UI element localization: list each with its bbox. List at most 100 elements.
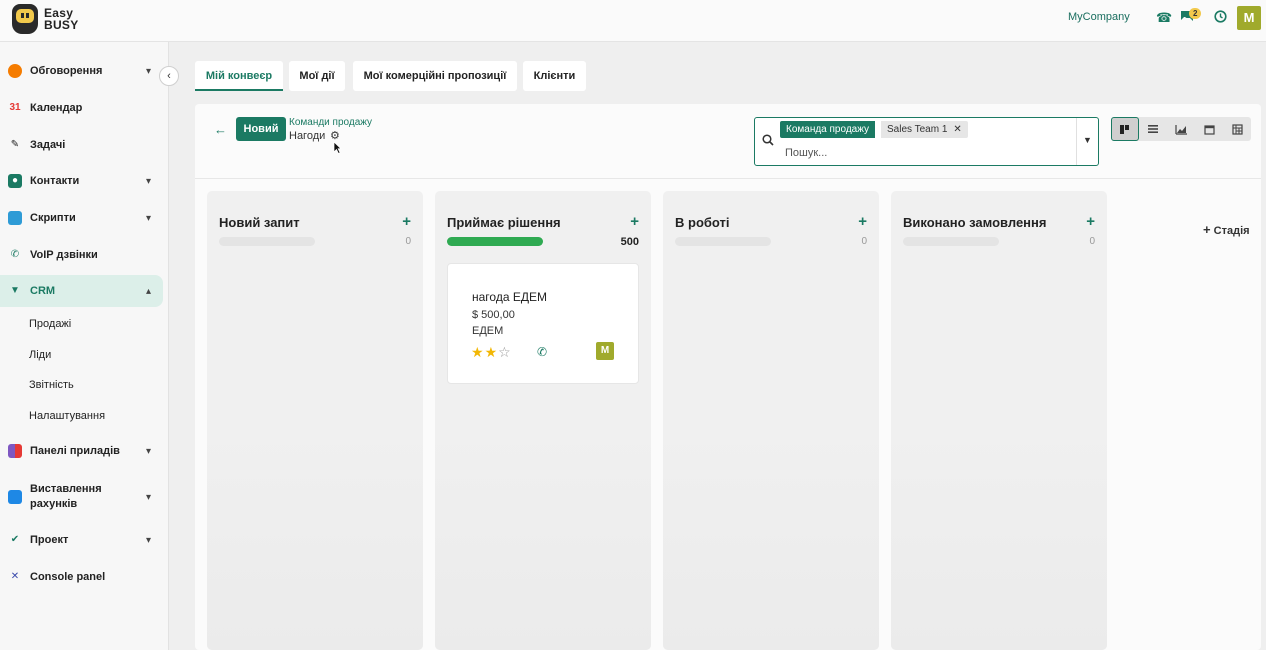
clock-icon[interactable]	[1214, 10, 1227, 26]
breadcrumb-current: Нагоди	[289, 130, 326, 142]
sidebar-item-tasks[interactable]: ✎ Задачі	[0, 129, 163, 161]
dashboard-icon	[8, 444, 22, 458]
view-switcher	[1111, 117, 1251, 141]
search-bar: Команда продажу Sales Team 1✕ ▼	[754, 117, 1099, 166]
kanban-column-order-done: Виконано замовлення + 0	[891, 191, 1107, 650]
sidebar-item-label: CRM	[30, 285, 56, 297]
chevron-down-icon: ▾	[145, 491, 151, 503]
add-card-icon[interactable]: +	[402, 213, 411, 230]
sidebar-item-label: Обговорення	[30, 65, 103, 77]
sidebar-subitem-settings[interactable]: Налаштування	[29, 410, 105, 422]
sidebar-item-label: Скрипти	[30, 212, 76, 224]
sidebar-item-label: Console panel	[30, 571, 106, 583]
column-title: Приймає рішення	[447, 215, 561, 230]
tab-my-activities[interactable]: Мої дії	[289, 61, 345, 91]
add-stage-button[interactable]: + Стадія	[1203, 222, 1250, 237]
sidebar-item-label: Календар	[30, 102, 83, 114]
star-icon[interactable]: ★	[471, 344, 485, 360]
column-title: В роботі	[675, 215, 730, 230]
sidebar-collapse-button[interactable]: ‹	[159, 66, 179, 86]
phone-icon[interactable]: ☎	[1156, 10, 1172, 26]
phone-icon[interactable]: ✆	[537, 345, 547, 359]
sidebar-item-calendar[interactable]: 31 Календар	[0, 92, 163, 124]
plus-icon: +	[1203, 222, 1211, 237]
company-switcher[interactable]: MyCompany	[1068, 11, 1130, 23]
check-icon: ✔	[10, 534, 20, 545]
active-tab-indicator	[195, 89, 283, 91]
phone-icon: ✆	[10, 249, 20, 260]
calendar-view-icon[interactable]	[1195, 117, 1223, 141]
breadcrumb-parent[interactable]: Команди продажу	[289, 117, 372, 128]
chevron-up-icon: ▴	[145, 285, 151, 297]
logo-text: Easy BUSY	[44, 6, 79, 32]
control-panel-divider	[195, 178, 1261, 179]
column-total: 0	[405, 236, 411, 247]
sidebar-item-contacts[interactable]: ● Контакти ▾	[0, 165, 163, 197]
remove-facet-icon[interactable]: ✕	[953, 124, 961, 135]
search-icon	[762, 134, 774, 149]
sidebar-item-dashboards[interactable]: Панелі приладів ▾	[0, 435, 163, 467]
scripts-icon	[8, 211, 22, 225]
column-total: 0	[861, 236, 867, 247]
card-customer: ЕДЕМ	[472, 325, 504, 337]
column-total: 0	[1089, 236, 1095, 247]
sidebar-item-console[interactable]: ✕ Console panel	[0, 561, 163, 593]
messages-count-badge: 2	[1189, 8, 1202, 19]
sidebar-item-voip[interactable]: ✆ VoIP дзвінки	[0, 239, 163, 271]
search-input[interactable]	[785, 144, 1065, 162]
sidebar-item-label: Проект	[30, 534, 69, 546]
sidebar-item-discussions[interactable]: Обговорення ▾	[0, 55, 163, 87]
back-arrow-icon[interactable]: ←	[214, 122, 227, 137]
star-icon[interactable]: ★	[485, 344, 499, 360]
sidebar-item-project[interactable]: ✔ Проект ▾	[0, 524, 163, 556]
column-title: Виконано замовлення	[903, 215, 1047, 230]
column-title: Новий запит	[219, 215, 300, 230]
search-options-toggle[interactable]: ▼	[1083, 135, 1092, 145]
opportunity-card[interactable]: нагода ЕДЕМ $ 500,00 ЕДЕМ ★★☆ ✆ M	[447, 263, 639, 384]
calendar-icon: 31	[9, 102, 21, 113]
sidebar-item-scripts[interactable]: Скрипти ▾	[0, 202, 163, 234]
search-separator	[1076, 118, 1077, 165]
sidebar-item-label: Панелі приладів	[30, 445, 120, 457]
star-icon[interactable]: ☆	[498, 344, 512, 360]
mouse-cursor-icon	[333, 141, 342, 158]
sidebar-item-invoicing[interactable]: Виставлення рахунків ▾	[0, 480, 163, 514]
sidebar-item-label: Контакти	[30, 175, 80, 187]
sidebar-subitem-reporting[interactable]: Звітність	[29, 379, 74, 391]
add-card-icon[interactable]: +	[1086, 213, 1095, 230]
chat-bubble-icon	[8, 64, 22, 78]
chevron-down-icon: ▾	[145, 212, 151, 224]
tab-customers[interactable]: Клієнти	[523, 61, 586, 91]
search-facet-label: Команда продажу	[780, 121, 876, 138]
new-button[interactable]: Новий	[236, 117, 286, 141]
list-view-icon[interactable]	[1139, 117, 1167, 141]
add-card-icon[interactable]: +	[858, 213, 867, 230]
sidebar-item-crm[interactable]: ▼ CRM ▴	[0, 275, 163, 307]
kanban-view-icon[interactable]	[1111, 117, 1139, 141]
chevron-down-icon: ▾	[145, 445, 151, 457]
pivot-view-icon[interactable]	[1223, 117, 1251, 141]
tab-my-pipeline[interactable]: Мій конвеєр	[195, 61, 283, 91]
crm-icon: ▼	[10, 285, 20, 296]
chevron-down-icon: ▾	[145, 175, 151, 187]
top-bar: Easy BUSY MyCompany ☎ 2 M	[0, 0, 1266, 42]
chevron-down-icon: ▾	[145, 65, 151, 77]
add-card-icon[interactable]: +	[630, 213, 639, 230]
tools-icon: ✕	[10, 571, 20, 582]
assignee-avatar[interactable]: M	[596, 342, 614, 360]
pen-icon: ✎	[10, 139, 20, 150]
column-total: 500	[620, 236, 639, 248]
tab-my-quotations[interactable]: Мої комерційні пропозиції	[353, 61, 517, 91]
graph-view-icon[interactable]	[1167, 117, 1195, 141]
sidebar-subitem-sales[interactable]: Продажі	[29, 318, 71, 330]
column-progress-bar	[675, 237, 771, 246]
card-amount: $ 500,00	[472, 309, 515, 321]
sidebar-subitem-leads[interactable]: Ліди	[29, 349, 51, 361]
logo-icon	[12, 4, 38, 34]
column-progress-bar	[219, 237, 315, 246]
column-progress-bar	[447, 237, 543, 246]
priority-stars[interactable]: ★★☆	[471, 344, 512, 361]
app-logo[interactable]: Easy BUSY	[12, 4, 79, 34]
chevron-down-icon: ▾	[145, 534, 151, 546]
user-avatar[interactable]: M	[1237, 6, 1261, 30]
